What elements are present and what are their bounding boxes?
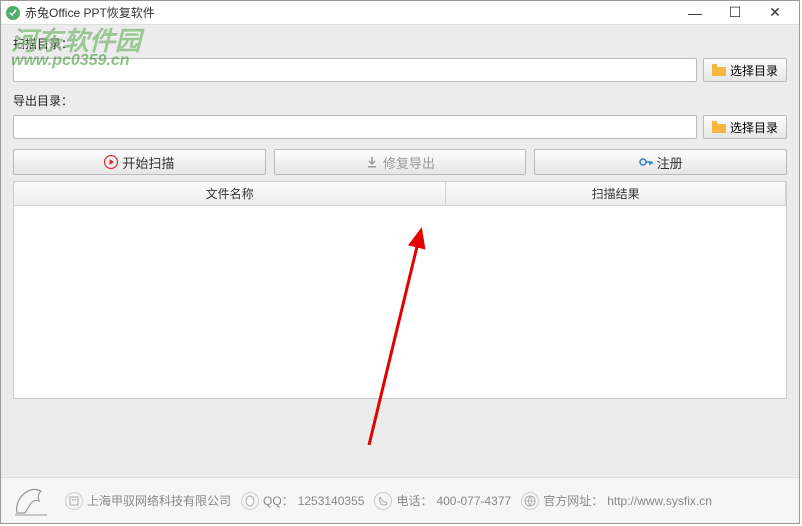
- start-scan-label: 开始扫描: [122, 153, 174, 172]
- download-icon: [365, 155, 379, 169]
- phone-icon: [374, 492, 392, 510]
- col-result[interactable]: 扫描结果: [446, 182, 786, 205]
- table-header: 文件名称 扫描结果: [14, 182, 786, 206]
- export-browse-button[interactable]: 选择目录: [703, 115, 787, 139]
- scan-dir-label: 扫描目录：: [13, 35, 787, 52]
- minimize-button[interactable]: —: [675, 2, 715, 24]
- qq-value: 1253140355: [298, 494, 365, 508]
- export-dir-input[interactable]: [13, 115, 697, 139]
- start-scan-button[interactable]: 开始扫描: [13, 149, 266, 175]
- client-area: 河东软件园 www.pc0359.cn 扫描目录： 选择目录 导出目录： 选择目…: [1, 25, 799, 477]
- repair-export-button[interactable]: 修复导出: [274, 149, 527, 175]
- building-icon: [65, 492, 83, 510]
- close-button[interactable]: ✕: [755, 2, 795, 24]
- app-icon: [5, 5, 21, 21]
- browse-label: 选择目录: [730, 119, 778, 136]
- table-body: [14, 206, 786, 398]
- scan-dir-input[interactable]: [13, 58, 697, 82]
- tel-value: 400-077-4377: [436, 494, 511, 508]
- browse-label: 选择目录: [730, 62, 778, 79]
- tel-label: 电话：: [396, 492, 432, 509]
- qq-icon: [241, 492, 259, 510]
- statusbar: 上海甲驭网络科技有限公司 QQ： 1253140355 电话： 400-077-…: [1, 477, 799, 523]
- folder-icon: [712, 121, 726, 133]
- export-dir-label: 导出目录：: [13, 92, 787, 109]
- repair-export-label: 修复导出: [383, 153, 435, 172]
- register-button[interactable]: 注册: [534, 149, 787, 175]
- company-name: 上海甲驭网络科技有限公司: [87, 492, 231, 509]
- site-value[interactable]: http://www.sysfix.cn: [607, 494, 712, 508]
- titlebar: 赤兔Office PPT恢复软件 — ☐ ✕: [1, 1, 799, 25]
- result-table: 文件名称 扫描结果: [13, 181, 787, 399]
- window-title: 赤兔Office PPT恢复软件: [25, 4, 675, 21]
- horse-logo: [11, 483, 51, 519]
- qq-label: QQ：: [263, 492, 294, 509]
- folder-icon: [712, 64, 726, 76]
- globe-icon: [521, 492, 539, 510]
- register-label: 注册: [657, 153, 683, 172]
- col-filename[interactable]: 文件名称: [14, 182, 446, 205]
- play-icon: [104, 155, 118, 169]
- site-label: 官方网址：: [543, 492, 603, 509]
- key-icon: [639, 155, 653, 169]
- maximize-button[interactable]: ☐: [715, 2, 755, 24]
- scan-browse-button[interactable]: 选择目录: [703, 58, 787, 82]
